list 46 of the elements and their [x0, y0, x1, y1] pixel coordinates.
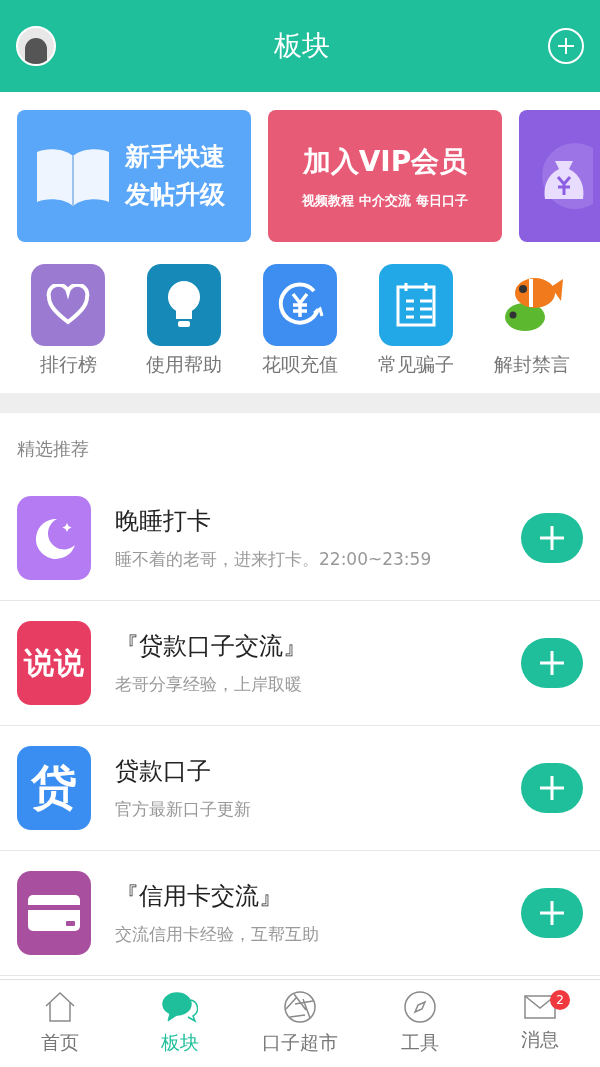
- banner-text: 发帖升级: [125, 179, 225, 211]
- chat-bubbles-icon: [162, 990, 198, 1025]
- board-description: 老哥分享经验，上岸取暖: [115, 672, 303, 696]
- board-description: 交流信用卡经验，互帮互助: [115, 922, 320, 946]
- banner-title: 加入VIP会员: [302, 144, 468, 181]
- banner[interactable]: 加入VIP会员 视频教程 中介交流 每日口子: [268, 110, 502, 242]
- home-icon: [43, 990, 77, 1025]
- board-name[interactable]: 『信用卡交流』: [115, 877, 497, 914]
- notepad-icon[interactable]: [379, 264, 453, 346]
- page-title: 板块: [274, 28, 330, 64]
- add-icon[interactable]: [548, 28, 584, 64]
- board-name[interactable]: 『贷款口子交流』: [115, 627, 497, 664]
- tab[interactable]: 板块: [120, 980, 240, 1067]
- section-title: 精选推荐: [16, 436, 90, 461]
- lightbulb-icon[interactable]: [147, 264, 221, 346]
- tab[interactable]: 工具: [360, 980, 480, 1067]
- add-icon[interactable]: [521, 637, 583, 688]
- add-icon[interactable]: [521, 512, 583, 563]
- yuan-icon[interactable]: [263, 264, 337, 346]
- shortcut-label[interactable]: 使用帮助: [146, 350, 222, 379]
- shortcut-label[interactable]: 排行榜: [39, 350, 97, 379]
- add-icon[interactable]: [521, 762, 583, 813]
- board-name[interactable]: 晚睡打卡: [115, 502, 497, 539]
- board-icon: 贷: [17, 745, 91, 830]
- board-description: 睡不着的老哥，进来打卡。22:00~23:59: [115, 547, 433, 571]
- unread-badge: 2: [550, 990, 570, 1010]
- credit-card-icon: [17, 870, 91, 955]
- board-description: 官方最新口子更新: [115, 797, 252, 821]
- tab[interactable]: 口子超市: [240, 980, 360, 1067]
- avatar[interactable]: [16, 26, 56, 66]
- shortcut-label[interactable]: 常见骗子: [378, 350, 454, 379]
- envelope-icon: [523, 993, 557, 1022]
- tab[interactable]: 消息 2: [480, 980, 600, 1067]
- banner-subtitle: 视频教程 中介交流 每日口子: [302, 192, 468, 211]
- shortcut-label[interactable]: 花呗充值: [262, 350, 338, 379]
- add-icon[interactable]: [521, 887, 583, 938]
- aperture-icon: [283, 990, 317, 1025]
- shortcut-label[interactable]: 解封禁言: [494, 350, 570, 379]
- board-name[interactable]: 贷款口子: [115, 752, 497, 789]
- tab[interactable]: 首页: [0, 980, 120, 1067]
- moon-icon: [17, 495, 91, 580]
- banner-text: 新手快速: [125, 141, 225, 173]
- board-icon: 说说: [17, 620, 91, 705]
- banner[interactable]: [519, 110, 600, 242]
- banner[interactable]: 新手快速 发帖升级: [17, 110, 251, 242]
- compass-icon: [403, 990, 437, 1025]
